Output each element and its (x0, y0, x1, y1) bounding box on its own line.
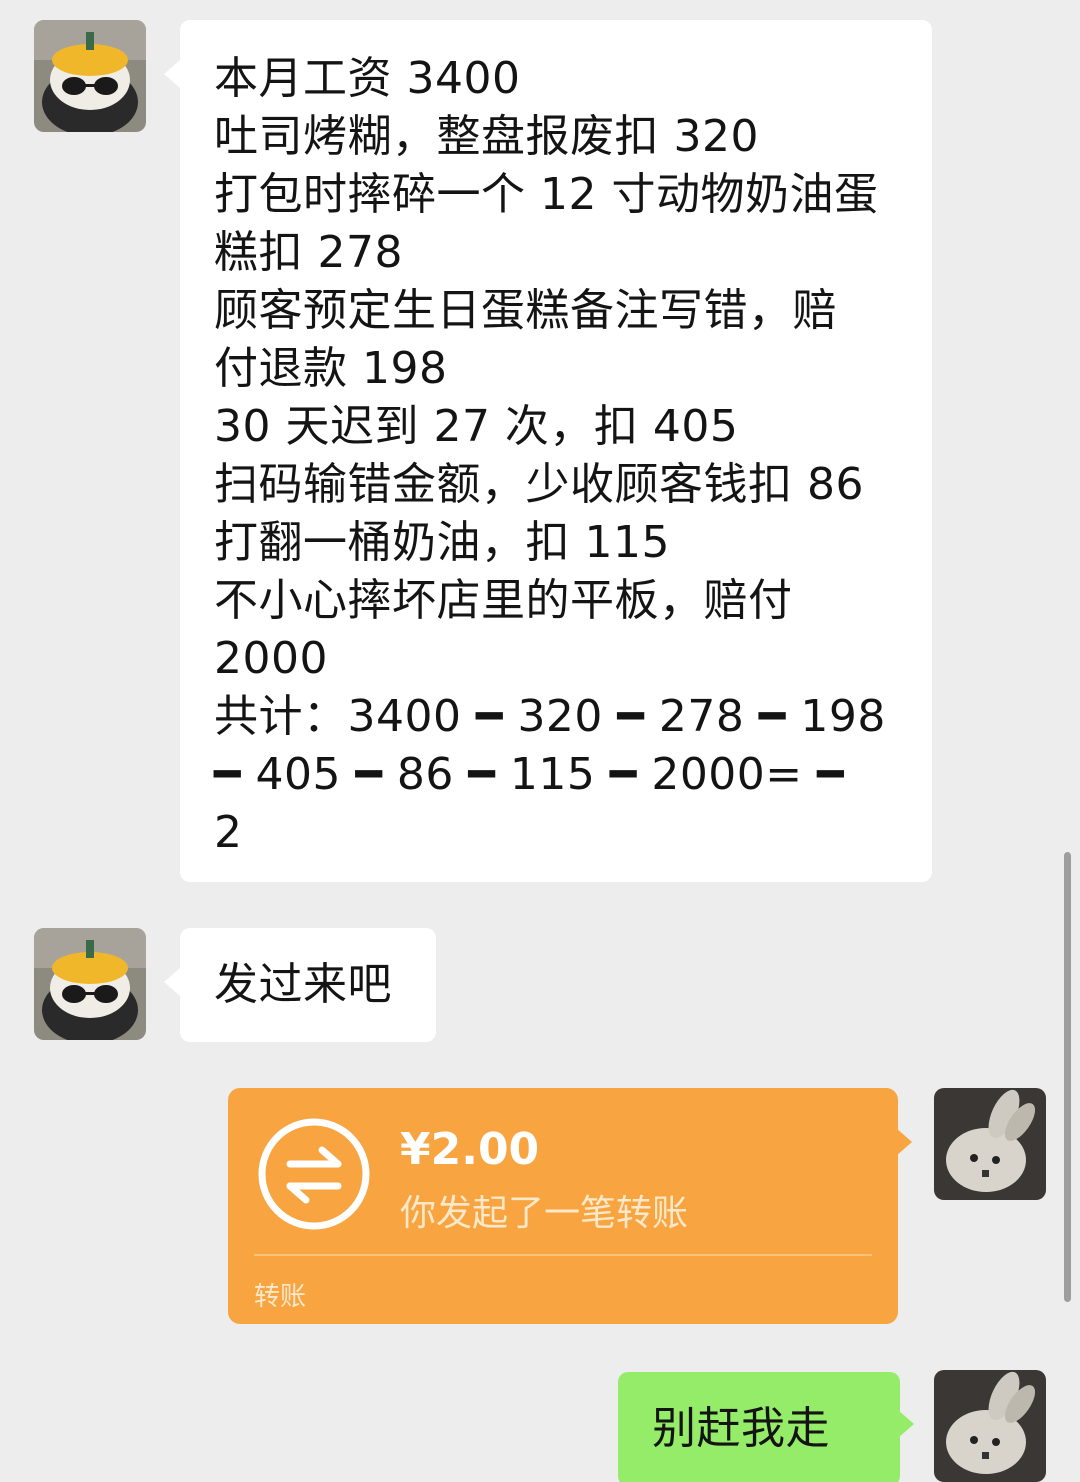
divider (254, 1254, 872, 1256)
bubble-tail (164, 968, 180, 996)
self-avatar[interactable] (934, 1370, 1046, 1482)
message-line: 吐司烤糊，整盘报废扣 320 (214, 111, 759, 162)
contact-avatar[interactable] (34, 928, 146, 1040)
message-line: 打翻一桶奶油，扣 115 (214, 517, 670, 568)
panda-cake-avatar-icon (34, 20, 146, 132)
panda-cake-avatar-icon (34, 928, 146, 1040)
message-text: 发过来吧 (214, 959, 392, 1010)
message-line: 2 (214, 807, 243, 858)
message-text: 本月工资 3400 吐司烤糊，整盘报废扣 320 打包时摔碎一个 12 寸动物奶… (214, 50, 886, 862)
message-line: 30 天迟到 27 次，扣 405 (214, 401, 739, 452)
self-avatar[interactable] (934, 1088, 1046, 1200)
message-line: 扫码输错金额，少收顾客钱扣 86 (214, 459, 864, 510)
bubble-tail (898, 1410, 914, 1438)
message-line: 糕扣 278 (214, 227, 403, 278)
transfer-amount: ¥2.00 (400, 1124, 540, 1175)
chat-window: 本月工资 3400 吐司烤糊，整盘报废扣 320 打包时摔碎一个 12 寸动物奶… (0, 0, 1080, 1482)
message-line: 不小心摔坏店里的平板，赔付 (214, 575, 793, 626)
scrollbar[interactable] (1064, 852, 1071, 1302)
message-line: 本月工资 3400 (214, 53, 521, 104)
message-line: ━ 405 ━ 86 ━ 115 ━ 2000= ━ (214, 749, 845, 800)
transfer-bubble[interactable]: ¥2.00 你发起了一笔转账 转账 (228, 1088, 898, 1324)
transfer-label: 转账 (254, 1282, 307, 1312)
plush-bunny-avatar-icon (934, 1370, 1046, 1482)
transfer-arrows-icon (254, 1114, 374, 1234)
message-line: 付退款 198 (214, 343, 448, 394)
transfer-description: 你发起了一笔转账 (400, 1193, 689, 1234)
contact-avatar[interactable] (34, 20, 146, 132)
bubble-tail (164, 60, 180, 88)
plush-bunny-avatar-icon (934, 1088, 1046, 1200)
message-bubble-send-it[interactable]: 发过来吧 (180, 928, 436, 1042)
message-bubble-deductions[interactable]: 本月工资 3400 吐司烤糊，整盘报废扣 320 打包时摔碎一个 12 寸动物奶… (180, 20, 932, 882)
message-line: 打包时摔碎一个 12 寸动物奶油蛋 (214, 169, 879, 220)
message-text: 别赶我走 (652, 1403, 830, 1454)
message-line: 顾客预定生日蛋糕备注写错，赔 (214, 285, 837, 336)
message-line: 共计：3400 ━ 320 ━ 278 ━ 198 (214, 691, 886, 742)
message-bubble-reply[interactable]: 别赶我走 (618, 1372, 900, 1482)
bubble-tail (896, 1128, 912, 1156)
message-line: 2000 (214, 633, 328, 684)
